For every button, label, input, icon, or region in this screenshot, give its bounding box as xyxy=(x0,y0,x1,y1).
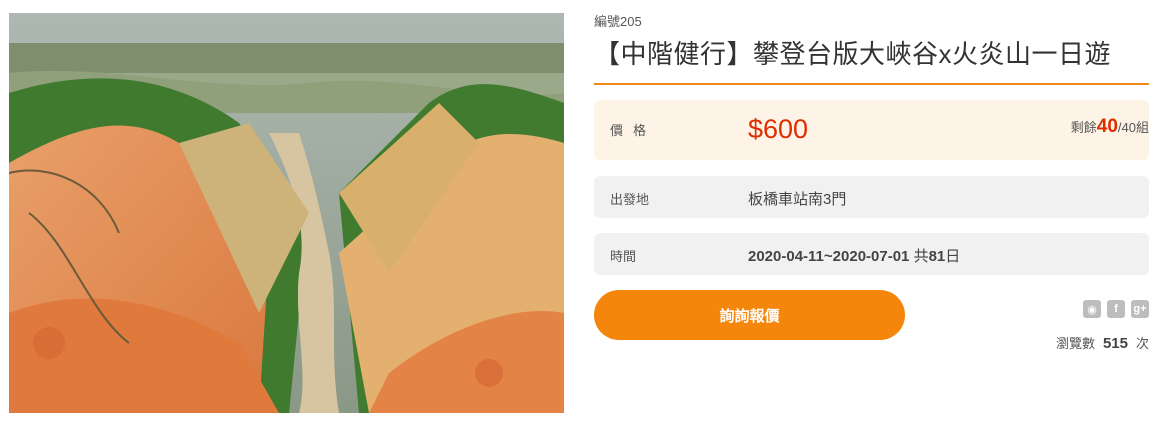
date-range: 2020-04-11~2020-07-01 xyxy=(748,248,910,265)
views-count: 515 xyxy=(1102,335,1128,352)
time-row: 時間 2020-04-11~2020-07-01 共81日 xyxy=(594,233,1149,275)
price-label: 價格 xyxy=(610,123,657,138)
product-code: 編號205 xyxy=(594,14,642,29)
share-icons: ◉ f g+ xyxy=(1083,300,1149,318)
google-plus-icon[interactable]: g+ xyxy=(1131,300,1149,318)
remaining-slots: 剩餘40/40組 xyxy=(1071,116,1149,138)
remaining-prefix: 剩餘 xyxy=(1070,120,1097,135)
views-unit: 次 xyxy=(1135,336,1149,351)
time-value: 2020-04-11~2020-07-01 共81日 xyxy=(748,245,960,266)
total-prefix: 共 xyxy=(913,248,929,265)
total-suffix: 日 xyxy=(945,248,961,265)
total-days: 81 xyxy=(928,248,946,265)
departure-label: 出發地 xyxy=(610,192,650,207)
departure-value: 板橋車站南3門 xyxy=(748,191,847,208)
page-title: 【中階健行】攀登台版大峽谷x火炎山一日遊 xyxy=(594,39,1112,69)
facebook-icon[interactable]: f xyxy=(1107,300,1125,318)
views-label: 瀏覽數 xyxy=(1055,336,1095,351)
title-divider xyxy=(594,83,1149,85)
time-label: 時間 xyxy=(610,249,637,264)
canyon-landscape-image xyxy=(9,13,564,413)
price-row: 價格 $600 剩餘40/40組 xyxy=(594,100,1149,160)
line-icon[interactable]: ◉ xyxy=(1083,300,1101,318)
tour-photo xyxy=(9,13,564,413)
view-count: 瀏覽數 515 次 xyxy=(1056,333,1149,352)
remaining-count: 40 xyxy=(1096,116,1118,137)
inquire-price-button[interactable]: 詢詢報價 xyxy=(594,290,905,340)
remaining-suffix: /40組 xyxy=(1117,120,1149,135)
departure-row: 出發地 板橋車站南3門 xyxy=(594,176,1149,218)
price-value: $600 xyxy=(748,114,809,144)
